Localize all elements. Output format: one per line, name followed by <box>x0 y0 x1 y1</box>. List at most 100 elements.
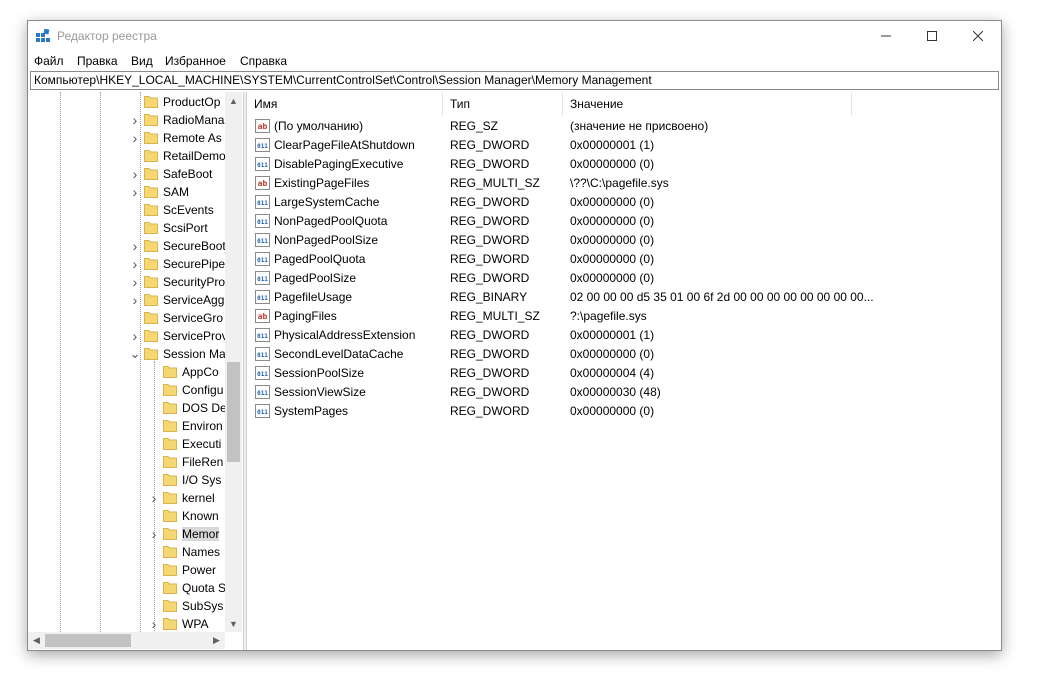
tree-item-label: ScsiPort <box>163 221 208 235</box>
value-row[interactable]: 011 NonPagedPoolSize REG_DWORD 0x00000000 (… <box>247 231 987 250</box>
tree-item[interactable]: ⌄ Session Ma <box>28 345 225 363</box>
value-row[interactable]: ab (По умолчанию) REG_SZ (значение не присв… <box>247 117 987 136</box>
tree-item-label: DOS De <box>182 401 225 415</box>
tree-item[interactable]: DOS De <box>28 399 225 417</box>
tree-item-label: SAM <box>163 185 190 199</box>
tree-item[interactable]: › RadioMana <box>28 111 225 129</box>
value-type-cell: REG_DWORD <box>450 347 530 361</box>
expand-arrow-icon[interactable]: › <box>129 183 141 201</box>
tree-item[interactable]: ServiceGro <box>28 309 225 327</box>
maximize-button[interactable] <box>909 21 955 51</box>
tree-horizontal-scrollbar[interactable]: ◀ ▶ <box>28 632 225 649</box>
value-type-cell: REG_DWORD <box>450 214 530 228</box>
menu-view[interactable]: Вид <box>131 54 153 68</box>
value-row[interactable]: 011 SessionPoolSize REG_DWORD 0x00000004 (4… <box>247 364 987 383</box>
minimize-button[interactable] <box>863 21 909 51</box>
scroll-up-arrow-icon[interactable]: ▲ <box>225 92 242 109</box>
tree-item[interactable]: › SafeBoot <box>28 165 225 183</box>
menu-file[interactable]: Файл <box>34 54 64 68</box>
value-data-cell: 0x00000030 (48) <box>570 385 661 399</box>
expand-arrow-icon[interactable]: › <box>148 525 160 543</box>
expand-arrow-icon[interactable]: › <box>129 111 141 129</box>
tree-connector <box>129 309 141 327</box>
tree-item[interactable]: Known <box>28 507 225 525</box>
folder-icon <box>163 564 177 576</box>
value-row[interactable]: ab ExistingPageFiles REG_MULTI_SZ \??\C:\pa… <box>247 174 987 193</box>
menu-bar: Файл Правка Вид Избранное Справка <box>28 51 1001 71</box>
expand-arrow-icon[interactable]: › <box>129 291 141 309</box>
tree-item[interactable]: ScEvents <box>28 201 225 219</box>
tree-item[interactable]: › Memor <box>28 525 225 543</box>
folder-icon <box>163 420 177 432</box>
tree-item[interactable]: › ServiceAgg <box>28 291 225 309</box>
tree-item[interactable]: › SecureBoot <box>28 237 225 255</box>
value-row[interactable]: 011 LargeSystemCache REG_DWORD 0x00000000 (… <box>247 193 987 212</box>
column-header-value[interactable]: Значение <box>563 92 852 116</box>
expand-arrow-icon[interactable]: › <box>148 489 160 507</box>
value-row[interactable]: 011 PagefileUsage REG_BINARY 02 00 00 00 d5… <box>247 288 987 307</box>
column-header-type[interactable]: Тип <box>443 92 563 116</box>
tree-item[interactable]: FileRen <box>28 453 225 471</box>
title-bar[interactable]: Редактор реестра <box>28 21 1001 51</box>
tree-item[interactable]: › Remote As <box>28 129 225 147</box>
value-row[interactable]: 011 PagedPoolSize REG_DWORD 0x00000000 (0) <box>247 269 987 288</box>
expand-arrow-icon[interactable]: › <box>129 237 141 255</box>
tree-item[interactable]: AppCo <box>28 363 225 381</box>
scroll-right-arrow-icon[interactable]: ▶ <box>208 632 225 649</box>
value-row[interactable]: 011 SystemPages REG_DWORD 0x00000000 (0) <box>247 402 987 421</box>
menu-help[interactable]: Справка <box>240 54 287 68</box>
value-row[interactable]: 011 SecondLevelDataCache REG_DWORD 0x000000… <box>247 345 987 364</box>
address-bar[interactable]: Компьютер\HKEY_LOCAL_MACHINE\SYSTEM\Curr… <box>30 71 999 90</box>
tree-item[interactable]: › SecurityPro <box>28 273 225 291</box>
tree-item[interactable]: › SecurePipe <box>28 255 225 273</box>
tree-item[interactable]: Environ <box>28 417 225 435</box>
tree-vertical-scrollbar[interactable]: ▲ ▼ <box>225 92 242 632</box>
value-data-cell: ?:\pagefile.sys <box>570 309 647 323</box>
svg-text:011: 011 <box>257 257 268 264</box>
tree-item[interactable]: Power <box>28 561 225 579</box>
tree-item[interactable]: ScsiPort <box>28 219 225 237</box>
tree-item[interactable]: I/O Sys <box>28 471 225 489</box>
scroll-left-arrow-icon[interactable]: ◀ <box>28 632 45 649</box>
tree-horizontal-scroll-thumb[interactable] <box>45 634 131 647</box>
value-name-cell: PagingFiles <box>274 309 337 323</box>
value-row[interactable]: 011 DisablePagingExecutive REG_DWORD 0x0000… <box>247 155 987 174</box>
expand-arrow-icon[interactable]: › <box>148 615 160 632</box>
value-row[interactable]: 011 PagedPoolQuota REG_DWORD 0x00000000 (0) <box>247 250 987 269</box>
value-row[interactable]: ab PagingFiles REG_MULTI_SZ ?:\pagefile.sys <box>247 307 987 326</box>
tree-item[interactable]: Executi <box>28 435 225 453</box>
value-row[interactable]: 011 SessionViewSize REG_DWORD 0x00000030 (4… <box>247 383 987 402</box>
tree-item[interactable]: › ServiceProv <box>28 327 225 345</box>
tree-item[interactable]: RetailDemo <box>28 147 225 165</box>
tree-connector <box>148 435 160 453</box>
folder-icon <box>144 186 158 198</box>
value-row[interactable]: 011 ClearPageFileAtShutdown REG_DWORD 0x000… <box>247 136 987 155</box>
expand-arrow-icon[interactable]: › <box>129 129 141 147</box>
folder-icon <box>163 546 177 558</box>
tree-item[interactable]: SubSys <box>28 597 225 615</box>
value-data-cell: (значение не присвоено) <box>570 119 709 133</box>
menu-edit[interactable]: Правка <box>77 54 118 68</box>
tree-item[interactable]: Configu <box>28 381 225 399</box>
tree-item[interactable]: › kernel <box>28 489 225 507</box>
expand-arrow-icon[interactable]: › <box>129 255 141 273</box>
scroll-down-arrow-icon[interactable]: ▼ <box>225 615 242 632</box>
tree-item[interactable]: Names <box>28 543 225 561</box>
collapse-arrow-icon[interactable]: ⌄ <box>129 345 141 363</box>
column-header-name[interactable]: Имя <box>247 92 443 116</box>
tree-connector <box>148 453 160 471</box>
tree-item[interactable]: › WPA <box>28 615 225 632</box>
tree-item[interactable]: ProductOp <box>28 93 225 111</box>
tree-vertical-scroll-thumb[interactable] <box>227 362 240 462</box>
close-button[interactable] <box>955 21 1001 51</box>
expand-arrow-icon[interactable]: › <box>129 165 141 183</box>
tree-item[interactable]: › SAM <box>28 183 225 201</box>
menu-favorites[interactable]: Избранное <box>165 54 226 68</box>
value-row[interactable]: 011 NonPagedPoolQuota REG_DWORD 0x00000000 … <box>247 212 987 231</box>
expand-arrow-icon[interactable]: › <box>129 273 141 291</box>
value-row[interactable]: 011 PhysicalAddressExtension REG_DWORD 0x00… <box>247 326 987 345</box>
expand-arrow-icon[interactable]: › <box>129 327 141 345</box>
value-name-cell: SessionPoolSize <box>274 366 365 380</box>
tree-item[interactable]: Quota S <box>28 579 225 597</box>
folder-icon <box>163 528 177 540</box>
